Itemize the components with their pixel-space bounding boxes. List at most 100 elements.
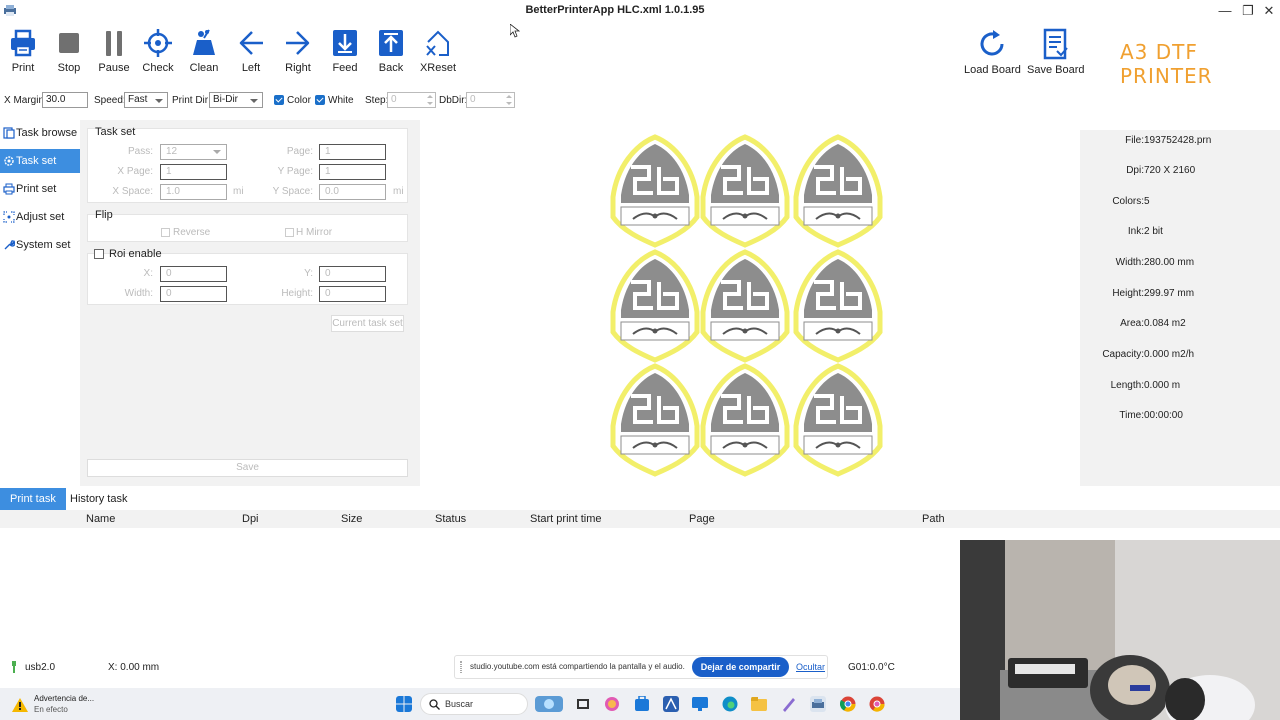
tab-print-task[interactable]: Print task	[0, 488, 66, 510]
info-dpi-value: 720 X 2160	[1144, 165, 1196, 176]
nav-system-set[interactable]: System set	[0, 233, 80, 257]
preview-canvas	[610, 134, 883, 477]
dbdir-spinbox[interactable]: 0	[466, 92, 515, 108]
step-spin-arrows[interactable]	[427, 94, 434, 106]
save-doc-icon	[1043, 28, 1068, 60]
flip-title: Flip	[95, 209, 113, 221]
nav-task-browse[interactable]: Task browse	[0, 121, 80, 145]
reverse-checkbox[interactable]	[161, 228, 170, 237]
usb-plug-icon	[12, 661, 16, 673]
roi-enable-checkbox[interactable]	[94, 249, 104, 259]
stop-icon	[59, 33, 79, 53]
store-icon[interactable]	[634, 696, 650, 712]
nav-adjust-set-label: Adjust set	[16, 211, 65, 223]
y-space-unit: mi	[393, 186, 404, 197]
screen-share-notice: studio.youtube.com está compartiendo la …	[454, 655, 828, 679]
roi-x-input[interactable]: 0	[160, 266, 227, 282]
white-checkbox[interactable]	[315, 95, 325, 105]
x-space-input[interactable]: 1.0	[160, 184, 227, 200]
x-page-input[interactable]: 1	[160, 164, 227, 180]
roi-y-input[interactable]: 0	[319, 266, 386, 282]
roi-width-input[interactable]: 0	[160, 286, 227, 302]
shield-badge	[793, 134, 883, 248]
save-button[interactable]: Save	[87, 459, 408, 477]
y-space-input[interactable]: 0.0	[319, 184, 386, 200]
roi-height-input[interactable]: 0	[319, 286, 386, 302]
dbdir-label: DbDir:	[439, 95, 468, 106]
chrome-icon[interactable]	[840, 696, 856, 712]
pen-app-icon[interactable]	[781, 696, 797, 712]
printer-app-taskbar-icon[interactable]	[810, 696, 826, 712]
dbdir-value: 0	[470, 94, 476, 105]
roi-y-label: Y:	[304, 268, 313, 279]
hmirror-checkbox[interactable]	[285, 228, 294, 237]
y-page-input[interactable]: 1	[319, 164, 386, 180]
hide-notice-link[interactable]: Ocultar	[796, 662, 825, 672]
speed-label: Speed:	[94, 95, 126, 106]
widgets-icon[interactable]	[535, 696, 563, 712]
arrow-right-icon	[286, 31, 310, 55]
drag-handle-icon[interactable]	[460, 661, 462, 673]
minimize-button[interactable]: —	[1214, 2, 1236, 20]
nav-system-set-label: System set	[16, 239, 71, 251]
task-table-body[interactable]	[0, 528, 960, 650]
taskbar-search[interactable]: Buscar	[420, 693, 528, 715]
window-title: BetterPrinterApp HLC.xml 1.0.1.95	[525, 4, 705, 16]
warning-title[interactable]: Advertencia de...	[34, 694, 94, 703]
chrome-profile-icon[interactable]	[869, 696, 885, 712]
copilot-icon[interactable]	[604, 696, 620, 712]
windows-taskbar: Advertencia de... En efecto Buscar	[0, 688, 960, 720]
close-button[interactable]: ✕	[1258, 2, 1280, 20]
print-dir-label: Print Dir:	[172, 95, 211, 106]
nav-adjust-set[interactable]: Adjust set	[0, 205, 80, 229]
app-editor-icon[interactable]	[663, 696, 679, 712]
page-label: Page:	[286, 146, 313, 157]
share-message: studio.youtube.com está compartiendo la …	[470, 662, 685, 671]
print-dir-select[interactable]: Bi-Dir	[209, 92, 263, 108]
col-page[interactable]: Page	[689, 513, 715, 525]
tab-history-task[interactable]: History task	[60, 488, 137, 510]
col-name[interactable]: Name	[86, 513, 115, 525]
save-board-button[interactable]: Save Board	[1027, 26, 1084, 82]
nav-task-set[interactable]: Task set	[0, 149, 80, 173]
file-explorer-icon[interactable]	[751, 696, 767, 712]
xreset-button[interactable]: XReset	[410, 26, 466, 82]
maximize-button[interactable]: ❐	[1237, 2, 1259, 20]
feed-down-icon	[333, 30, 357, 56]
nav-print-set[interactable]: Print set	[0, 177, 80, 201]
roi-width-label: Width:	[124, 288, 153, 299]
step-spinbox[interactable]: 0	[387, 92, 436, 108]
edge-icon[interactable]	[722, 696, 738, 712]
white-label: White	[328, 95, 354, 106]
print-dir-value: Bi-Dir	[213, 94, 238, 105]
dbdir-spin-arrows[interactable]	[506, 94, 513, 106]
task-table-header: Name Dpi Size Status Start print time Pa…	[0, 510, 1280, 528]
remote-desktop-icon[interactable]	[692, 696, 708, 712]
x-space-unit: mi	[233, 186, 244, 197]
file-info-panel: File: 193752428.prn Dpi: 720 X 2160 Colors…	[1080, 130, 1280, 486]
windows-start-icon[interactable]	[396, 696, 412, 712]
speed-select[interactable]: Fast	[124, 92, 168, 108]
current-task-set-button[interactable]: Current task set	[331, 315, 404, 332]
info-time-key: Time:	[1119, 410, 1144, 421]
col-size[interactable]: Size	[341, 513, 362, 525]
col-path[interactable]: Path	[922, 513, 945, 525]
page-input[interactable]: 1	[319, 144, 386, 160]
shield-badge	[700, 249, 790, 363]
stop-sharing-button[interactable]: Dejar de compartir	[692, 657, 789, 677]
pass-select[interactable]: 12	[160, 144, 227, 160]
info-area-key: Area:	[1120, 318, 1144, 329]
xreset-label: XReset	[419, 62, 457, 74]
task-view-icon[interactable]	[575, 696, 591, 712]
info-capacity-value: 0.000 m2/h	[1144, 349, 1195, 360]
arrow-left-icon	[239, 31, 263, 55]
color-checkbox[interactable]	[274, 95, 284, 105]
col-start-print-time[interactable]: Start print time	[530, 513, 602, 525]
load-board-button[interactable]: Load Board	[964, 26, 1021, 82]
flip-group	[87, 214, 408, 242]
col-status[interactable]: Status	[435, 513, 466, 525]
x-margin-input[interactable]: 30.0	[42, 92, 88, 108]
info-file-value: 193752428.prn	[1144, 135, 1212, 146]
col-dpi[interactable]: Dpi	[242, 513, 259, 525]
printer-icon	[11, 29, 35, 57]
